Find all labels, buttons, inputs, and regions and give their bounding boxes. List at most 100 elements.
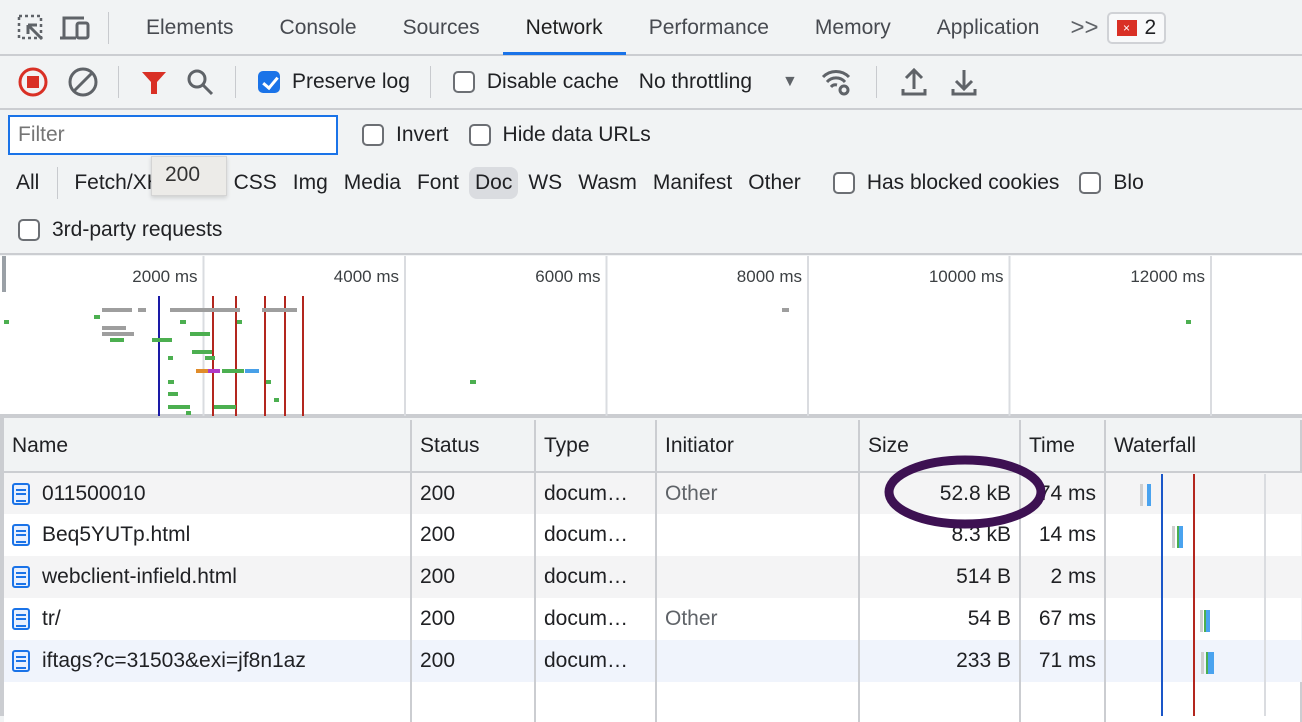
blocked-requests-check[interactable] bbox=[1079, 172, 1102, 194]
column-header-initiator[interactable]: Initiator bbox=[656, 420, 860, 473]
document-icon bbox=[12, 608, 30, 631]
inspect-element-icon[interactable] bbox=[14, 11, 48, 45]
preserve-log-checkbox[interactable]: Preserve log bbox=[258, 70, 410, 94]
export-har-icon[interactable] bbox=[947, 65, 981, 99]
request-name: webclient-infield.html bbox=[42, 565, 237, 588]
type-filter-wasm[interactable]: Wasm bbox=[572, 167, 643, 199]
type-filter-manifest[interactable]: Manifest bbox=[647, 167, 738, 199]
initiator-cell bbox=[656, 514, 860, 556]
invert-checkbox[interactable]: Invert bbox=[362, 123, 449, 147]
overview-request-bar bbox=[266, 380, 271, 384]
overview-request-bar bbox=[168, 392, 178, 396]
invert-label: Invert bbox=[396, 123, 449, 146]
type-filter-css[interactable]: CSS bbox=[228, 167, 283, 199]
overview-request-bar bbox=[205, 356, 215, 360]
clear-icon[interactable] bbox=[66, 65, 100, 99]
type-filter-ws[interactable]: WS bbox=[522, 167, 568, 199]
type-filter-media[interactable]: Media bbox=[338, 167, 407, 199]
network-conditions-icon[interactable] bbox=[820, 65, 854, 99]
overview-request-bar bbox=[1186, 320, 1191, 324]
tab-network[interactable]: Network bbox=[502, 2, 626, 55]
column-header-type[interactable]: Type bbox=[535, 420, 657, 473]
dropdown-arrow-icon: ▼ bbox=[782, 73, 798, 90]
tab-console[interactable]: Console bbox=[257, 2, 380, 55]
filter-row: Invert Hide data URLs bbox=[0, 110, 1302, 160]
invert-check[interactable] bbox=[362, 124, 384, 146]
hide-data-urls-checkbox[interactable]: Hide data URLs bbox=[468, 123, 651, 147]
disable-cache-checkbox[interactable]: Disable cache bbox=[452, 70, 619, 94]
has-blocked-cookies-checkbox[interactable]: Has blocked cookies bbox=[832, 171, 1060, 195]
issues-count: 2 bbox=[1144, 16, 1157, 39]
name-cell[interactable]: Beq5YUTp.html bbox=[4, 514, 412, 556]
request-name: Beq5YUTp.html bbox=[42, 523, 191, 546]
device-toolbar-icon[interactable] bbox=[58, 11, 92, 45]
type-filter-all[interactable]: All bbox=[10, 167, 45, 199]
type-cell: docum… bbox=[535, 472, 657, 514]
status-cell: 200 bbox=[411, 640, 536, 682]
name-cell[interactable]: tr/ bbox=[4, 598, 412, 640]
overview-request-bar bbox=[186, 411, 191, 415]
divider bbox=[57, 167, 59, 199]
name-cell[interactable]: 011500010 bbox=[4, 472, 412, 514]
overview-tick-label: 10000 ms bbox=[929, 267, 1004, 286]
status-cell: 200 bbox=[411, 598, 536, 640]
type-filter-font[interactable]: Font bbox=[411, 167, 465, 199]
timeline-overview[interactable]: 2000 ms 4000 ms 6000 ms 8000 ms 10000 ms 1200… bbox=[0, 256, 1302, 418]
hide-data-urls-check[interactable] bbox=[468, 124, 491, 146]
waterfall-bar bbox=[1147, 484, 1151, 506]
column-header-status[interactable]: Status bbox=[411, 420, 536, 473]
tab-performance[interactable]: Performance bbox=[626, 2, 792, 55]
stop-recording-icon[interactable] bbox=[16, 65, 50, 99]
overview-request-bar bbox=[245, 369, 259, 373]
issues-badge[interactable]: × 2 bbox=[1106, 12, 1167, 44]
request-name: tr/ bbox=[42, 607, 61, 630]
type-cell: docum… bbox=[535, 598, 657, 640]
column-header-waterfall[interactable]: Waterfall bbox=[1105, 420, 1302, 473]
size-cell: 233 B bbox=[859, 640, 1021, 682]
type-cell: docum… bbox=[535, 640, 657, 682]
third-party-checkbox[interactable]: 3rd-party requests bbox=[18, 218, 222, 242]
throttling-select[interactable]: No throttling ▼ bbox=[639, 70, 798, 94]
initiator-cell: Other bbox=[656, 472, 860, 514]
preserve-log-check[interactable] bbox=[258, 71, 280, 93]
empty-cell bbox=[411, 682, 536, 722]
time-cell: 71 ms bbox=[1020, 640, 1106, 682]
overview-request-bar bbox=[4, 320, 9, 324]
request-name: 011500010 bbox=[42, 481, 146, 505]
type-filter-other[interactable]: Other bbox=[742, 167, 807, 199]
overview-request-bar bbox=[138, 308, 146, 312]
table-left-border bbox=[0, 418, 4, 716]
name-cell[interactable]: webclient-infield.html bbox=[4, 556, 412, 598]
status-cell: 200 bbox=[411, 556, 536, 598]
has-blocked-cookies-label: Has blocked cookies bbox=[866, 171, 1060, 194]
type-filter-doc[interactable]: Doc bbox=[469, 167, 519, 199]
devtools-tab-bar: Elements Console Sources Network Performance… bbox=[0, 2, 1302, 56]
has-blocked-cookies-check[interactable] bbox=[832, 172, 855, 194]
column-header-name[interactable]: Name bbox=[4, 420, 412, 473]
filter-input[interactable] bbox=[8, 115, 338, 155]
filter-icon[interactable] bbox=[137, 65, 171, 99]
more-tabs-icon[interactable]: >> bbox=[1070, 14, 1098, 42]
overview-request-bar bbox=[196, 369, 208, 373]
waterfall-bar bbox=[1177, 526, 1179, 548]
overview-request-bar bbox=[214, 405, 236, 409]
blocked-requests-checkbox[interactable]: Blo bbox=[1079, 171, 1144, 195]
tab-memory[interactable]: Memory bbox=[792, 2, 914, 55]
overview-request-bar bbox=[110, 338, 116, 342]
disable-cache-check[interactable] bbox=[452, 71, 475, 93]
overview-request-bar bbox=[237, 320, 242, 324]
tab-elements[interactable]: Elements bbox=[123, 2, 257, 55]
initiator-cell bbox=[656, 640, 860, 682]
waterfall-bar bbox=[1206, 610, 1210, 632]
type-filter-img[interactable]: Img bbox=[287, 167, 334, 199]
import-har-icon[interactable] bbox=[897, 65, 931, 99]
overview-request-bar bbox=[180, 320, 186, 324]
name-cell[interactable]: iftags?c=31503&exi=jf8n1az bbox=[4, 640, 412, 682]
tab-sources[interactable]: Sources bbox=[380, 2, 503, 55]
annotation-circle bbox=[884, 455, 1046, 529]
third-party-check[interactable] bbox=[18, 219, 40, 241]
waterfall-bar bbox=[1200, 610, 1203, 632]
overview-request-bar bbox=[274, 398, 279, 402]
tab-application[interactable]: Application bbox=[914, 2, 1063, 55]
search-icon[interactable] bbox=[183, 65, 217, 99]
